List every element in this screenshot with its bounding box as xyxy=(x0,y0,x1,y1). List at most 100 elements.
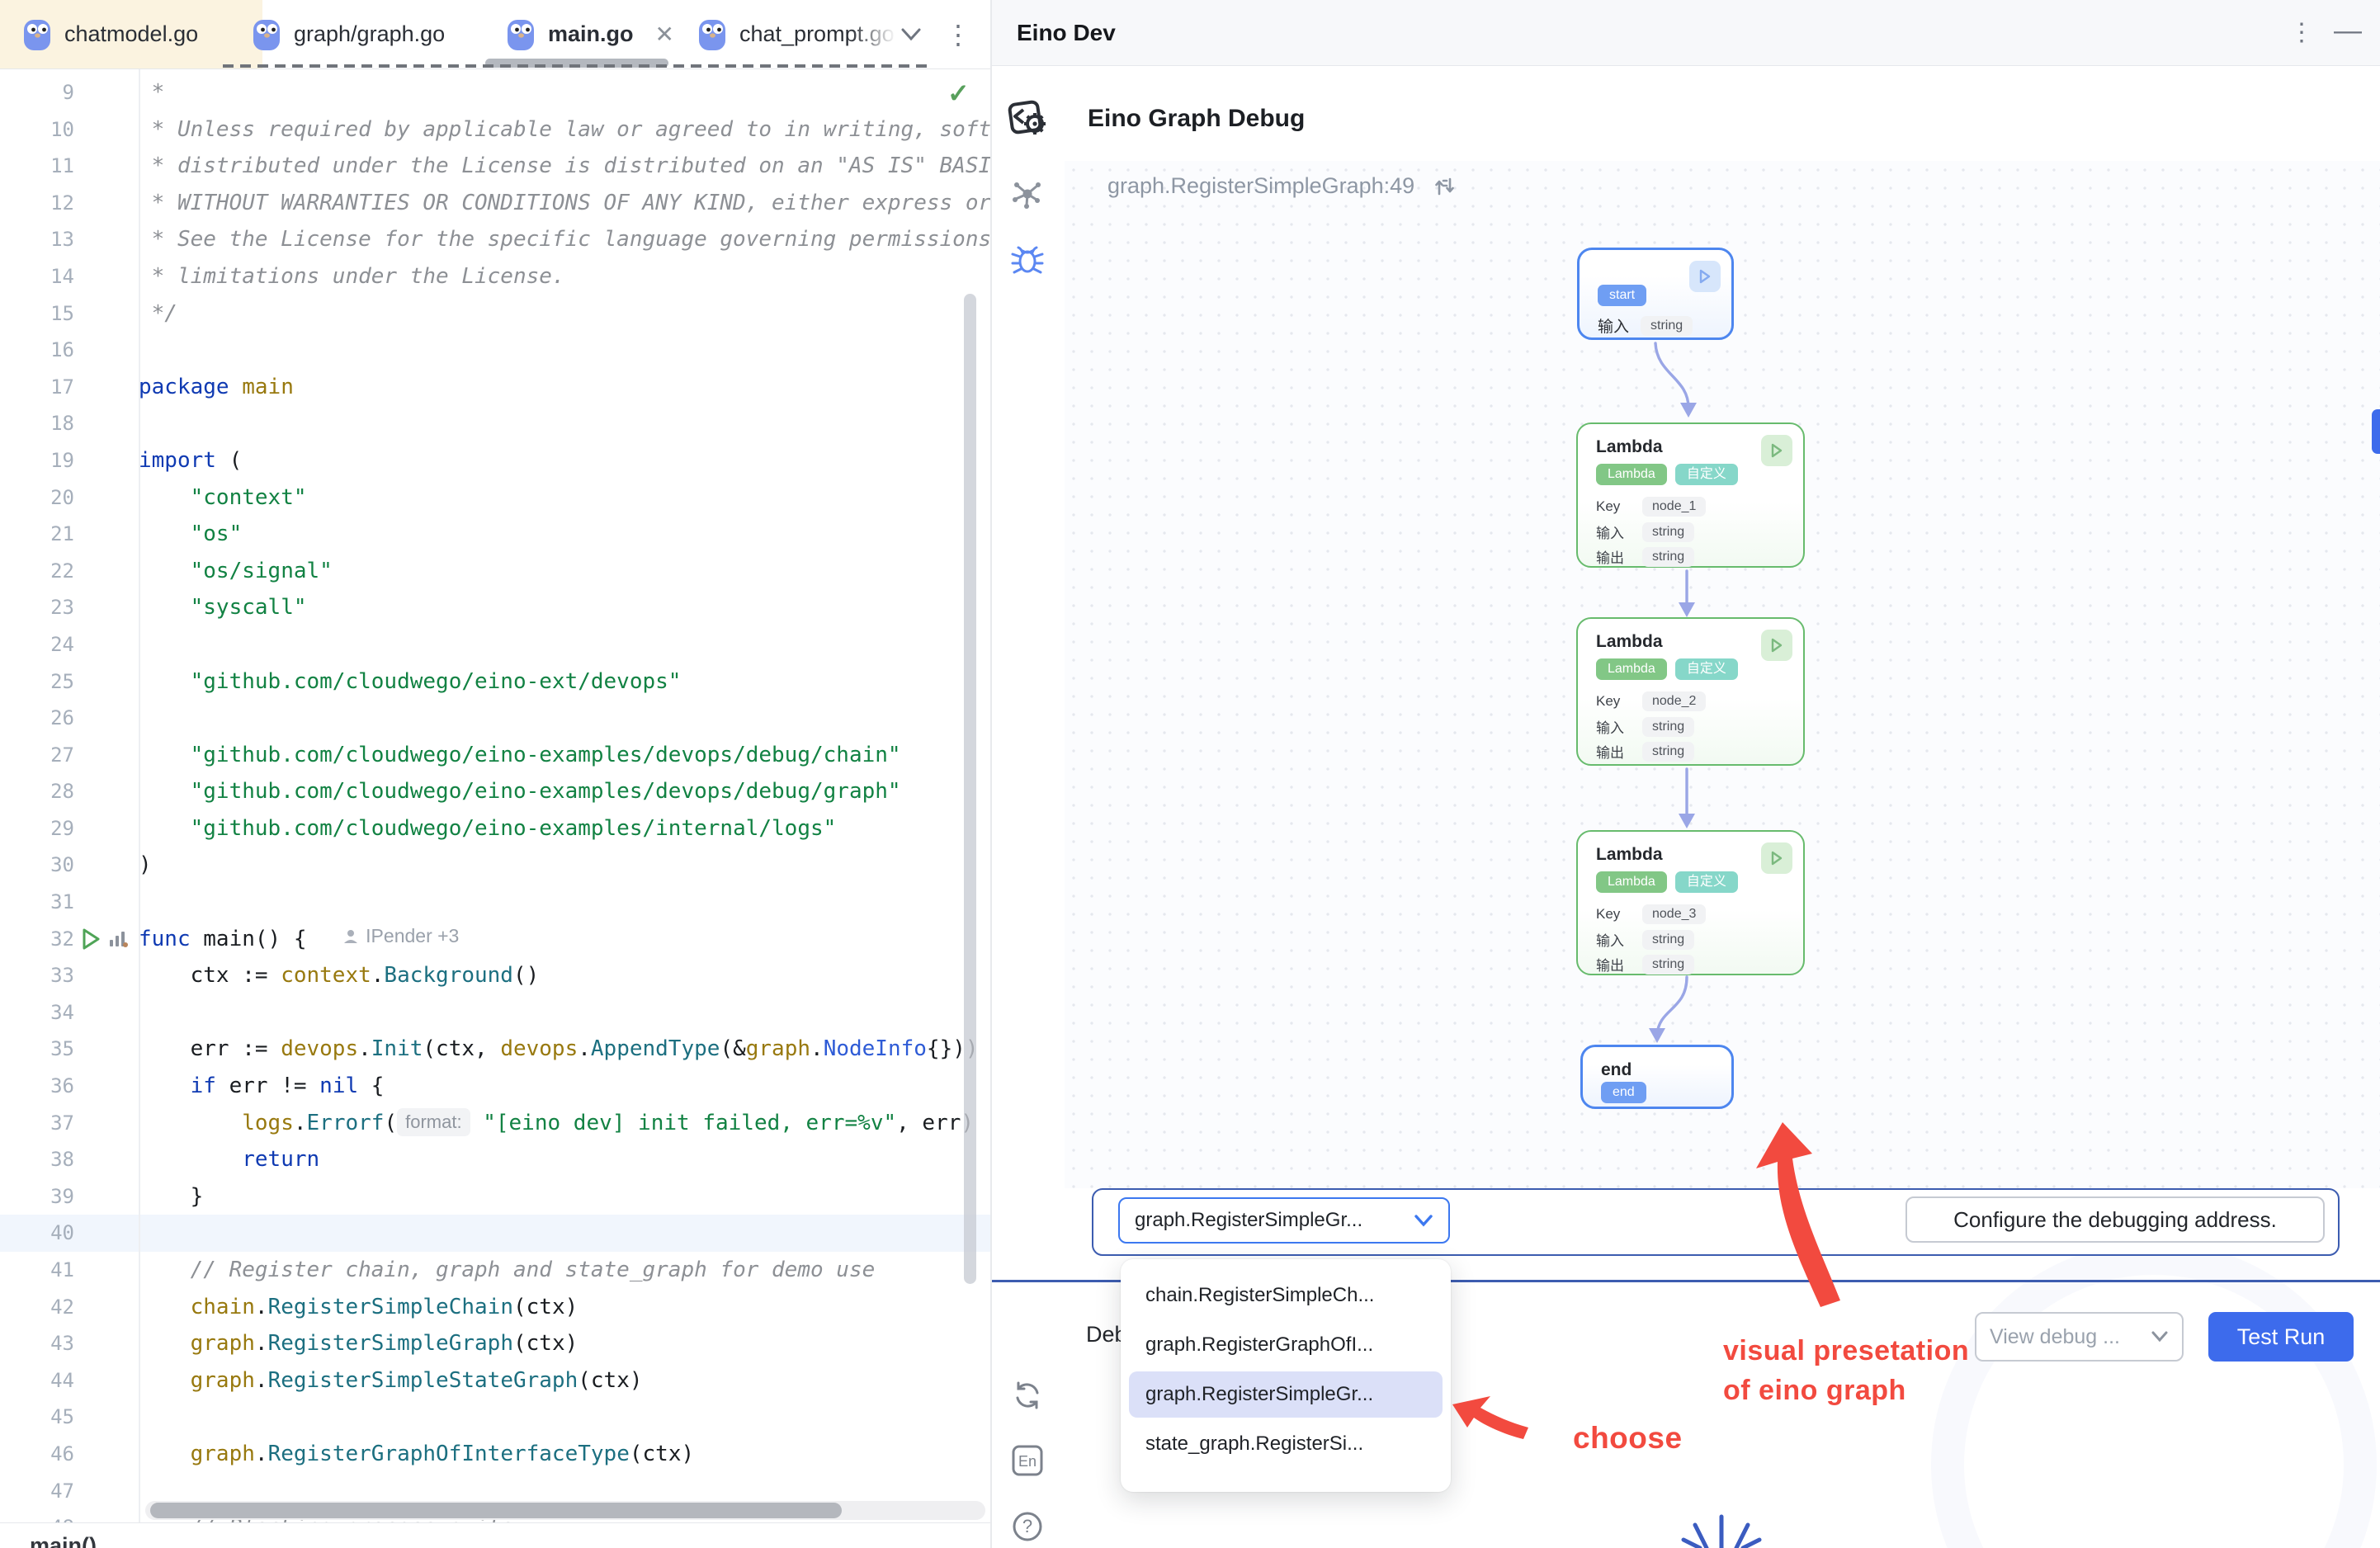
code-line[interactable]: 39 } xyxy=(0,1178,990,1215)
test-run-button[interactable]: Test Run xyxy=(2208,1312,2354,1362)
code-text xyxy=(139,1215,990,1252)
code-line[interactable]: 42 chain.RegisterSimpleChain(ctx) xyxy=(0,1289,990,1326)
panel-scrollbar-thumb[interactable] xyxy=(2372,409,2380,454)
node-io-row: 输入string xyxy=(1598,314,1693,337)
lambda-node[interactable]: LambdaLambda自定义Keynode_2输入string输出string xyxy=(1576,617,1805,766)
code-line[interactable]: 25 "github.com/cloudwego/eino-ext/devops… xyxy=(0,663,990,701)
dropdown-option[interactable]: graph.RegisterGraphOfI... xyxy=(1129,1322,1443,1368)
breadcrumb[interactable]: main() xyxy=(30,1533,97,1548)
code-text: chain.RegisterSimpleChain(ctx) xyxy=(139,1289,990,1326)
code-editor[interactable]: 9 *10 * Unless required by applicable la… xyxy=(0,69,990,1522)
code-text: * Unless required by applicable law or a… xyxy=(139,111,990,149)
go-file-icon xyxy=(507,18,535,51)
minimize-icon[interactable]: — xyxy=(2334,15,2362,47)
code-text: graph.RegisterGraphOfInterfaceType(ctx) xyxy=(139,1436,990,1473)
configure-debug-address-button[interactable]: Configure the debugging address. xyxy=(1905,1196,2325,1243)
dropdown-option[interactable]: chain.RegisterSimpleCh... xyxy=(1129,1272,1443,1319)
code-line[interactable]: 46 graph.RegisterGraphOfInterfaceType(ct… xyxy=(0,1436,990,1473)
run-icon[interactable] xyxy=(79,927,102,951)
code-line[interactable]: 35 err := devops.Init(ctx, devops.Append… xyxy=(0,1031,990,1068)
code-line[interactable]: 29 "github.com/cloudwego/eino-examples/i… xyxy=(0,810,990,847)
code-line[interactable]: 28 "github.com/cloudwego/eino-examples/d… xyxy=(0,773,990,810)
help-icon[interactable]: ? xyxy=(992,1510,1063,1543)
node-run-icon[interactable] xyxy=(1761,435,1792,466)
node-run-icon[interactable] xyxy=(1689,261,1721,292)
code-line[interactable]: 11 * distributed under the License is di… xyxy=(0,148,990,185)
node-run-icon[interactable] xyxy=(1761,630,1792,661)
code-line[interactable]: 36 if err != nil { xyxy=(0,1068,990,1105)
eino-dev-panel: Eino Dev ⋮ — En ? Eino Graph Debug gra xyxy=(992,0,2380,1548)
kebab-menu-icon[interactable]: ⋮ xyxy=(2289,18,2314,47)
line-number: 9 xyxy=(0,74,139,111)
code-line[interactable]: 33 ctx := context.Background() xyxy=(0,957,990,994)
code-text: ) xyxy=(139,847,990,884)
code-line[interactable]: 16 xyxy=(0,332,990,369)
node-io-row: 输入string xyxy=(1596,522,1694,542)
code-line[interactable]: 23 "syscall" xyxy=(0,589,990,626)
input-method-en-icon[interactable]: En xyxy=(992,1444,1063,1477)
refresh-icon[interactable] xyxy=(992,1380,1063,1411)
code-line[interactable]: 10 * Unless required by applicable law o… xyxy=(0,111,990,149)
chevron-down-icon[interactable] xyxy=(898,0,924,68)
node-run-icon[interactable] xyxy=(1761,842,1792,874)
code-line[interactable]: 12 * WITHOUT WARRANTIES OR CONDITIONS OF… xyxy=(0,185,990,222)
view-debug-select[interactable]: View debug ... xyxy=(1975,1312,2184,1362)
code-line[interactable]: 21 "os" xyxy=(0,516,990,553)
editor-horizontal-scrollbar-thumb[interactable] xyxy=(150,1503,842,1518)
line-number: 10 xyxy=(0,111,139,149)
tab-label: graph/graph.go xyxy=(294,21,445,47)
lambda-node[interactable]: LambdaLambda自定义Keynode_3输入string输出string xyxy=(1576,830,1805,975)
profiler-icon[interactable] xyxy=(107,928,129,950)
code-line[interactable]: 22 "os/signal" xyxy=(0,553,990,590)
line-number: 29 xyxy=(0,810,139,847)
line-number: 33 xyxy=(0,957,139,994)
code-line[interactable]: 34 xyxy=(0,994,990,1031)
tab-chat-prompt-go[interactable]: chat_prompt.go xyxy=(687,0,913,68)
end-node[interactable]: endend xyxy=(1580,1045,1734,1109)
code-line[interactable]: 14 * limitations under the License. xyxy=(0,258,990,295)
code-line[interactable]: 32func main() { IPender +3 xyxy=(0,921,990,958)
editor-horizontal-scrollbar[interactable] xyxy=(145,1501,985,1520)
clipped-code-line xyxy=(223,64,931,68)
code-line[interactable]: 38 return xyxy=(0,1141,990,1178)
start-node[interactable]: start输入string xyxy=(1577,248,1734,340)
code-line[interactable]: 44 graph.RegisterSimpleStateGraph(ctx) xyxy=(0,1362,990,1399)
code-line[interactable]: 30) xyxy=(0,847,990,884)
code-line[interactable]: 24 xyxy=(0,626,990,663)
code-line[interactable]: 41 // Register chain, graph and state_gr… xyxy=(0,1252,990,1289)
type-chip: node_3 xyxy=(1642,904,1706,924)
view-debug-value: View debug ... xyxy=(1990,1325,2142,1349)
code-line[interactable]: 26 xyxy=(0,700,990,737)
code-line[interactable]: 43 graph.RegisterSimpleGraph(ctx) xyxy=(0,1325,990,1362)
lambda-node[interactable]: LambdaLambda自定义Keynode_1输入string输出string xyxy=(1576,422,1805,568)
code-line[interactable]: 45 xyxy=(0,1399,990,1436)
code-line[interactable]: 40 xyxy=(0,1215,990,1252)
graph-tool-icon[interactable] xyxy=(992,177,1063,210)
code-line[interactable]: 20 "context" xyxy=(0,479,990,517)
code-vision-authors[interactable]: IPender +3 xyxy=(342,925,459,947)
code-line[interactable]: 18 xyxy=(0,405,990,442)
dropdown-option[interactable]: state_graph.RegisterSi... xyxy=(1129,1421,1443,1467)
close-tab-icon[interactable]: ✕ xyxy=(655,21,674,48)
dropdown-option[interactable]: graph.RegisterSimpleGr... xyxy=(1129,1371,1443,1418)
debug-bug-icon[interactable] xyxy=(992,244,1063,276)
editor-vertical-scrollbar[interactable] xyxy=(964,294,976,1284)
code-text: graph.RegisterSimpleStateGraph(ctx) xyxy=(139,1362,990,1399)
inspection-ok-icon[interactable]: ✓ xyxy=(947,78,970,109)
eino-logo-icon[interactable] xyxy=(992,99,1063,140)
code-line[interactable]: 9 * xyxy=(0,74,990,111)
code-line[interactable]: 17package main xyxy=(0,369,990,406)
sort-order-icon[interactable] xyxy=(1433,174,1457,199)
code-line[interactable]: 15 */ xyxy=(0,295,990,333)
code-line[interactable]: 31 xyxy=(0,884,990,921)
target-select[interactable]: graph.RegisterSimpleGr... xyxy=(1118,1197,1450,1244)
code-line[interactable]: 19import ( xyxy=(0,442,990,479)
tab-chatmodel-go[interactable]: chatmodel.go xyxy=(0,0,262,68)
kebab-menu-icon[interactable]: ⋮ xyxy=(945,0,971,68)
code-line[interactable]: 27 "github.com/cloudwego/eino-examples/d… xyxy=(0,737,990,774)
line-number: 23 xyxy=(0,589,139,626)
tab-graph-graph-go[interactable]: graph/graph.go xyxy=(241,0,459,68)
code-line[interactable]: 37 logs.Errorf(format: "[eino dev] init … xyxy=(0,1105,990,1142)
line-number: 39 xyxy=(0,1178,139,1215)
code-line[interactable]: 13 * See the License for the specific la… xyxy=(0,221,990,258)
